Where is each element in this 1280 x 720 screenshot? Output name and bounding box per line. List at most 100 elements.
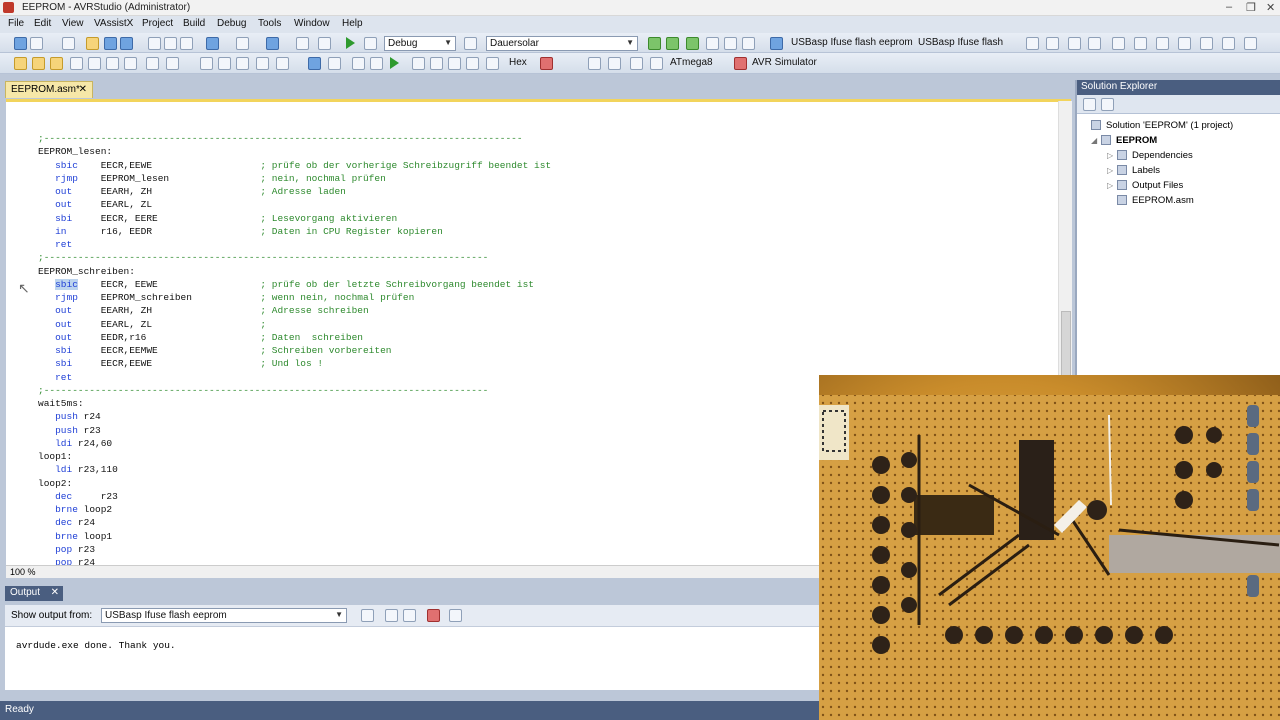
code-line[interactable]: sbic EECR, EEWE ; prüfe ob der letzte Sc… (38, 278, 551, 291)
comment-icon[interactable] (200, 57, 213, 70)
toolbar-icon-b[interactable] (1046, 37, 1059, 50)
open-folder-icon[interactable] (86, 37, 99, 50)
code-line[interactable]: ;---------------------------------------… (38, 384, 551, 397)
reset-icon[interactable] (466, 57, 479, 70)
window-icon-2[interactable] (608, 57, 621, 70)
build-config-icon[interactable] (364, 37, 377, 50)
menu-vassistx[interactable]: VAssistX (94, 18, 133, 29)
window-icon-3[interactable] (630, 57, 643, 70)
bookmark-icon[interactable] (276, 57, 289, 70)
menu-file[interactable]: File (8, 18, 24, 29)
paste-icon[interactable] (180, 37, 193, 50)
expander-icon[interactable]: ▷ (1107, 151, 1117, 160)
hex-toggle-button[interactable]: Hex (509, 57, 527, 68)
code-line[interactable]: brne loop2 (38, 503, 551, 516)
platform-icon[interactable] (464, 37, 477, 50)
code-line[interactable]: EEPROM_schreiben: (38, 265, 551, 278)
expander-icon[interactable]: ▷ (1107, 166, 1117, 175)
menu-view[interactable]: View (62, 18, 84, 29)
menu-build[interactable]: Build (183, 18, 205, 29)
code-line[interactable]: loop1: (38, 450, 551, 463)
prev-message-icon[interactable] (385, 609, 398, 622)
tool-icon-2[interactable] (666, 37, 679, 50)
code-text[interactable]: ;---------------------------------------… (38, 132, 551, 565)
toolbar-icon-j[interactable] (1222, 37, 1235, 50)
code-line[interactable]: pop r23 (38, 543, 551, 556)
menu-help[interactable]: Help (342, 18, 363, 29)
save-all-icon[interactable] (120, 37, 133, 50)
code-line[interactable]: ret (38, 371, 551, 384)
save-icon[interactable] (104, 37, 117, 50)
code-line[interactable]: dec r23 (38, 490, 551, 503)
code-line[interactable]: out EEDR,r16 ; Daten schreiben (38, 331, 551, 344)
copy-icon[interactable] (164, 37, 177, 50)
debug-tool-selector[interactable]: AVR Simulator (752, 57, 817, 68)
toolbar-icon-f[interactable] (1134, 37, 1147, 50)
code-line[interactable]: out EEARH, ZH ; Adresse laden (38, 185, 551, 198)
start-debugging-icon[interactable] (346, 37, 355, 49)
code-line[interactable]: wait5ms: (38, 397, 551, 410)
display-icon[interactable] (540, 57, 553, 70)
clean-icon[interactable] (50, 57, 63, 70)
toolbar-icon-h[interactable] (1178, 37, 1191, 50)
code-line[interactable]: sbi EECR,EEMWE ; Schreiben vorbereiten (38, 344, 551, 357)
device-icon[interactable] (650, 57, 663, 70)
close-icon[interactable]: ✕ (51, 587, 59, 598)
indent-icon[interactable] (236, 57, 249, 70)
close-button[interactable]: ✕ (1266, 1, 1275, 14)
window-icon-1[interactable] (588, 57, 601, 70)
menu-tools[interactable]: Tools (258, 18, 281, 29)
tree-item[interactable]: ▷ Output Files (1107, 180, 1183, 194)
menu-project[interactable]: Project (142, 18, 173, 29)
toolbar-icon-d[interactable] (1088, 37, 1101, 50)
find-icon[interactable] (318, 37, 331, 50)
next-message-icon[interactable] (403, 609, 416, 622)
tool-icon-6[interactable] (742, 37, 755, 50)
step-icon-1[interactable] (70, 57, 83, 70)
code-line[interactable]: brne loop1 (38, 530, 551, 543)
menu-debug[interactable]: Debug (217, 18, 246, 29)
step-icon-5[interactable] (146, 57, 159, 70)
step-out-icon[interactable] (430, 57, 443, 70)
run-icon[interactable] (390, 57, 399, 69)
code-line[interactable]: sbic EECR,EEWE ; prüfe ob der vorherige … (38, 159, 551, 172)
tab-eeprom-asm[interactable]: EEPROM.asm* ✕ (5, 81, 93, 98)
step-into-icon[interactable] (412, 57, 425, 70)
step-over-icon[interactable] (370, 57, 383, 70)
external-tool-icon[interactable] (770, 37, 783, 50)
rebuild-icon[interactable] (32, 57, 45, 70)
tool-icon-4[interactable] (706, 37, 719, 50)
code-line[interactable]: rjmp EEPROM_schreiben ; wenn nein, nochm… (38, 291, 551, 304)
tree-item[interactable]: EEPROM.asm (1117, 195, 1194, 209)
usbasp-fuse-flash-eeprom-button[interactable]: USBasp Ifuse flash eeprom (791, 37, 913, 48)
tool-icon-3[interactable] (686, 37, 699, 50)
code-line[interactable]: rjmp EEPROM_lesen ; nein, nochmal prüfen (38, 172, 551, 185)
expander-icon[interactable]: ▷ (1107, 181, 1117, 190)
properties-icon[interactable] (1083, 98, 1096, 111)
code-line[interactable]: ldi r23,110 (38, 463, 551, 476)
code-line[interactable]: push r23 (38, 424, 551, 437)
show-all-files-icon[interactable] (1101, 98, 1114, 111)
usbasp-fuse-flash-button[interactable]: USBasp Ifuse flash (918, 37, 1003, 48)
menu-window[interactable]: Window (294, 18, 330, 29)
zoom-level[interactable]: 100 % (10, 567, 36, 577)
add-item-icon[interactable] (30, 37, 43, 50)
toolbar-icon-e[interactable] (1112, 37, 1125, 50)
toolbar-icon-g[interactable] (1156, 37, 1169, 50)
tree-item[interactable]: Solution 'EEPROM' (1 project) (1091, 120, 1233, 134)
navigate-forward-icon[interactable] (296, 37, 309, 50)
toolbar-icon-i[interactable] (1200, 37, 1213, 50)
stop-debugging-icon[interactable] (308, 57, 321, 70)
code-line[interactable]: ret (38, 238, 551, 251)
redo-icon[interactable] (236, 37, 249, 50)
build-icon[interactable] (14, 57, 27, 70)
code-line[interactable]: in r16, EEDR ; Daten in CPU Register kop… (38, 225, 551, 238)
step-icon-2[interactable] (88, 57, 101, 70)
code-line[interactable]: ;---------------------------------------… (38, 251, 551, 264)
code-line[interactable]: push r24 (38, 410, 551, 423)
new-project-icon[interactable] (14, 37, 27, 50)
code-line[interactable]: sbi EECR,EEWE ; Und los ! (38, 357, 551, 370)
clear-all-icon[interactable] (427, 609, 440, 622)
uncomment-icon[interactable] (218, 57, 231, 70)
toolbar-icon-c[interactable] (1068, 37, 1081, 50)
